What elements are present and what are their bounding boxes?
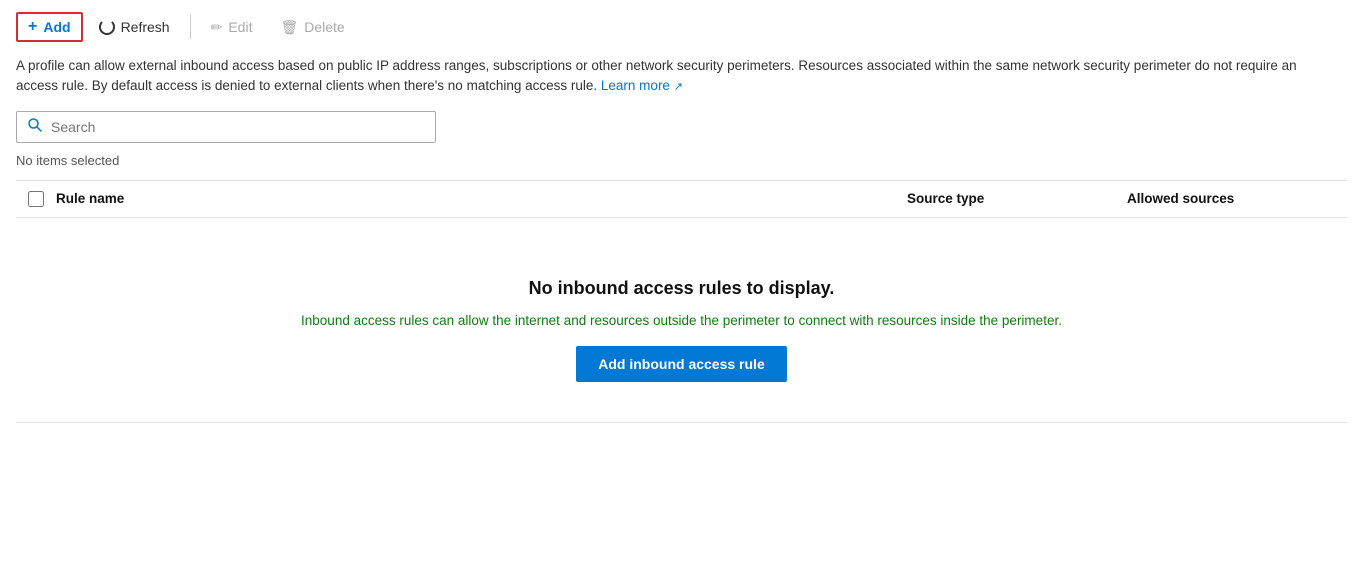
edit-label: Edit (228, 19, 252, 35)
no-items-selected-label: No items selected (16, 153, 1347, 168)
delete-icon (280, 19, 298, 36)
learn-more-link[interactable]: Learn more (601, 78, 683, 93)
allowed-sources-label: Allowed sources (1127, 191, 1234, 206)
table-container: Rule name Source type Allowed sources No… (16, 180, 1347, 423)
table-header: Rule name Source type Allowed sources (16, 181, 1347, 218)
search-box (16, 111, 436, 143)
select-all-checkbox[interactable] (28, 191, 44, 207)
delete-button[interactable]: Delete (268, 13, 356, 42)
add-rule-btn-label: Add inbound access rule (598, 356, 764, 372)
col-rule-name-header: Rule name (56, 191, 907, 206)
search-input[interactable] (51, 119, 425, 135)
plus-icon: + (28, 19, 37, 35)
add-inbound-rule-button[interactable]: Add inbound access rule (576, 346, 786, 382)
empty-title-text: No inbound access rules to display. (529, 278, 835, 298)
add-button[interactable]: + Add (16, 12, 83, 42)
refresh-icon (99, 19, 115, 35)
empty-description: Inbound access rules can allow the inter… (301, 313, 1062, 328)
edit-icon (211, 19, 223, 36)
search-container (16, 111, 1347, 143)
refresh-label: Refresh (121, 19, 170, 35)
search-icon (27, 117, 43, 137)
source-type-label: Source type (907, 191, 984, 206)
description-text: A profile can allow external inbound acc… (16, 56, 1316, 97)
col-allowed-sources-header: Allowed sources (1127, 191, 1347, 206)
toolbar: + Add Refresh Edit Delete (16, 12, 1347, 42)
toolbar-divider (190, 15, 191, 39)
header-checkbox-col (16, 191, 56, 207)
refresh-button[interactable]: Refresh (87, 13, 182, 41)
no-items-text: No items selected (16, 153, 119, 168)
empty-title: No inbound access rules to display. (529, 278, 835, 299)
rule-name-label: Rule name (56, 191, 124, 206)
empty-desc-text: Inbound access rules can allow the inter… (301, 313, 1062, 328)
add-label: Add (43, 19, 70, 35)
learn-more-label: Learn more (601, 78, 670, 93)
empty-state: No inbound access rules to display. Inbo… (16, 218, 1347, 422)
col-source-type-header: Source type (907, 191, 1127, 206)
edit-button[interactable]: Edit (199, 13, 265, 42)
delete-label: Delete (304, 19, 344, 35)
